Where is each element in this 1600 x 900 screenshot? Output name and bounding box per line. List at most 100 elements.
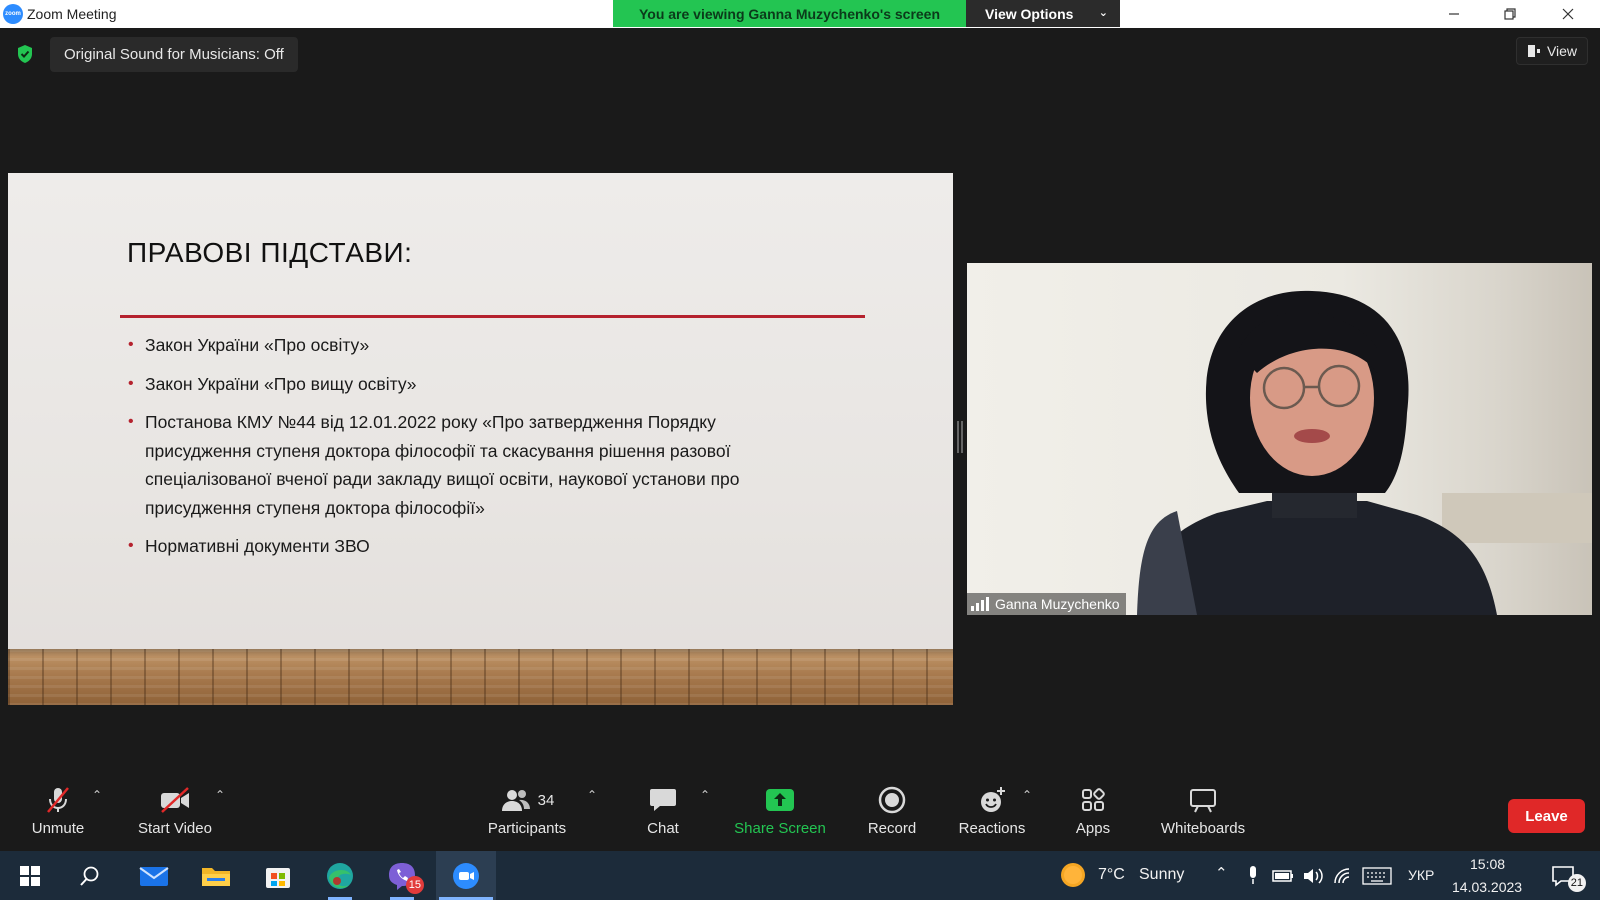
participant-video-image — [1137, 290, 1592, 615]
restore-icon — [1504, 8, 1516, 20]
reactions-caret-icon[interactable]: ⌃ — [1022, 788, 1032, 802]
chevron-down-icon: ⌄ — [1098, 7, 1108, 19]
wifi-icon[interactable] — [1333, 867, 1355, 885]
volume-icon[interactable] — [1302, 867, 1324, 885]
reactions-label: Reactions — [958, 820, 1026, 837]
folder-icon — [202, 867, 230, 886]
chat-label: Chat — [647, 820, 679, 837]
share-screen-label: Share Screen — [734, 820, 826, 837]
start-button[interactable] — [0, 851, 60, 900]
video-camera-off-icon — [161, 787, 189, 813]
slide-divider — [120, 315, 865, 318]
record-label: Record — [867, 820, 917, 837]
video-options-caret-icon[interactable]: ⌃ — [215, 788, 225, 802]
connection-signal-icon — [971, 597, 989, 611]
participants-count: 34 — [537, 791, 555, 809]
windows-logo-icon — [20, 865, 40, 886]
weather-condition[interactable]: Sunny — [1139, 866, 1184, 884]
shared-screen-slide: ПРАВОВІ ПІДСТАВИ: Закон України «Про осв… — [8, 173, 953, 705]
share-screen-icon — [766, 789, 794, 811]
taskbar-store[interactable] — [248, 851, 308, 900]
input-language[interactable]: УКР — [1408, 867, 1434, 883]
close-icon — [1562, 8, 1574, 20]
chat-button[interactable]: Chat — [640, 782, 686, 848]
apps-label: Apps — [1075, 820, 1111, 837]
weather-temperature[interactable]: 7°C — [1098, 866, 1125, 884]
close-button[interactable] — [1546, 0, 1590, 28]
clock-date[interactable]: 14.03.2023 — [1452, 879, 1522, 895]
mail-icon — [139, 866, 169, 886]
participants-icon — [501, 790, 530, 811]
title-bar: zoom Zoom Meeting You are viewing Ganna … — [0, 0, 1600, 28]
security-shield-icon[interactable] — [16, 44, 34, 64]
start-video-label: Start Video — [138, 820, 212, 837]
apps-icon — [1082, 788, 1105, 811]
whiteboards-label: Whiteboards — [1160, 820, 1246, 837]
view-options-button[interactable]: View Options ⌄ — [966, 0, 1120, 27]
weather-sun-icon — [1061, 863, 1085, 887]
search-icon — [80, 866, 99, 886]
slide-title: ПРАВОВІ ПІДСТАВИ: — [127, 237, 413, 268]
window-title: Zoom Meeting — [27, 6, 117, 22]
taskbar-zoom[interactable] — [436, 851, 496, 900]
zoom-window: zoom Zoom Meeting You are viewing Ganna … — [0, 0, 1600, 900]
participants-button[interactable]: 34 Participants — [482, 782, 572, 848]
restore-button[interactable] — [1488, 0, 1532, 28]
chat-bubble-icon — [650, 789, 676, 811]
microphone-muted-icon — [47, 787, 69, 813]
panel-resize-handle[interactable] — [957, 421, 963, 453]
reactions-button[interactable]: Reactions — [956, 782, 1028, 848]
slide-bullet: Закон України «Про освіту» — [128, 331, 808, 360]
reactions-smiley-icon — [981, 787, 1005, 812]
view-options-label: View Options — [985, 5, 1074, 22]
chat-caret-icon[interactable]: ⌃ — [700, 788, 710, 802]
slide-bullet: Закон України «Про вищу освіту» — [128, 370, 808, 399]
original-sound-chip[interactable]: Original Sound for Musicians: Off — [50, 37, 298, 72]
notification-count-badge: 21 — [1567, 874, 1586, 892]
participants-caret-icon[interactable]: ⌃ — [587, 788, 597, 802]
unmute-button[interactable]: Unmute — [26, 782, 90, 848]
taskbar-viber[interactable]: 15 — [372, 851, 432, 900]
taskbar-edge[interactable] — [310, 851, 370, 900]
audio-options-caret-icon[interactable]: ⌃ — [92, 788, 102, 802]
participant-name-tag: Ganna Muzychenko — [967, 593, 1126, 615]
whiteboard-icon — [1190, 789, 1216, 813]
viber-unread-badge: 15 — [405, 876, 424, 894]
zoom-app-icon — [453, 862, 479, 889]
slide-bullet: Нормативні документи ЗВО — [128, 532, 808, 561]
viewing-screen-banner: You are viewing Ganna Muzychenko's scree… — [613, 0, 966, 27]
slide-bullet-list: Закон України «Про освіту» Закон України… — [128, 331, 808, 571]
slide-bullet: Постанова КМУ №44 від 12.01.2022 року «П… — [128, 408, 808, 522]
minimize-icon — [1449, 13, 1459, 15]
clock-time[interactable]: 15:08 — [1470, 856, 1505, 872]
participant-video-tile[interactable]: Ganna Muzychenko — [967, 263, 1592, 615]
start-video-button[interactable]: Start Video — [130, 782, 220, 848]
view-label: View — [1546, 43, 1578, 59]
slide-wood-floor — [8, 649, 953, 705]
windows-taskbar: 15 7°C Sunny ⌃ УКР 15:08 14.03.2023 21 — [0, 851, 1600, 900]
store-icon — [266, 867, 290, 888]
edge-browser-icon — [327, 862, 353, 889]
search-button[interactable] — [60, 851, 120, 900]
taskbar-file-explorer[interactable] — [186, 851, 246, 900]
participant-name: Ganna Muzychenko — [995, 596, 1120, 612]
tray-chevron-up-icon[interactable]: ⌃ — [1215, 864, 1228, 882]
share-screen-button[interactable]: Share Screen — [734, 782, 826, 848]
apps-button[interactable]: Apps — [1072, 782, 1114, 848]
view-layout-icon — [1527, 45, 1540, 57]
zoom-logo-icon: zoom — [3, 4, 23, 24]
record-icon — [878, 786, 906, 814]
notification-center-button[interactable]: 21 — [1538, 851, 1588, 900]
view-button[interactable]: View — [1516, 37, 1588, 65]
keyboard-icon[interactable] — [1362, 867, 1392, 885]
taskbar-mail[interactable] — [124, 851, 184, 900]
leave-button[interactable]: Leave — [1508, 799, 1585, 833]
unmute-label: Unmute — [31, 820, 85, 837]
minimize-button[interactable] — [1432, 0, 1476, 28]
meeting-toolbar: Unmute ⌃ Start Video ⌃ 34 Participants ⌃… — [0, 782, 1600, 848]
microphone-icon[interactable] — [1246, 865, 1260, 885]
battery-icon[interactable] — [1272, 869, 1294, 883]
record-button[interactable]: Record — [864, 782, 920, 848]
participants-label: Participants — [487, 820, 567, 837]
whiteboards-button[interactable]: Whiteboards — [1156, 782, 1250, 848]
